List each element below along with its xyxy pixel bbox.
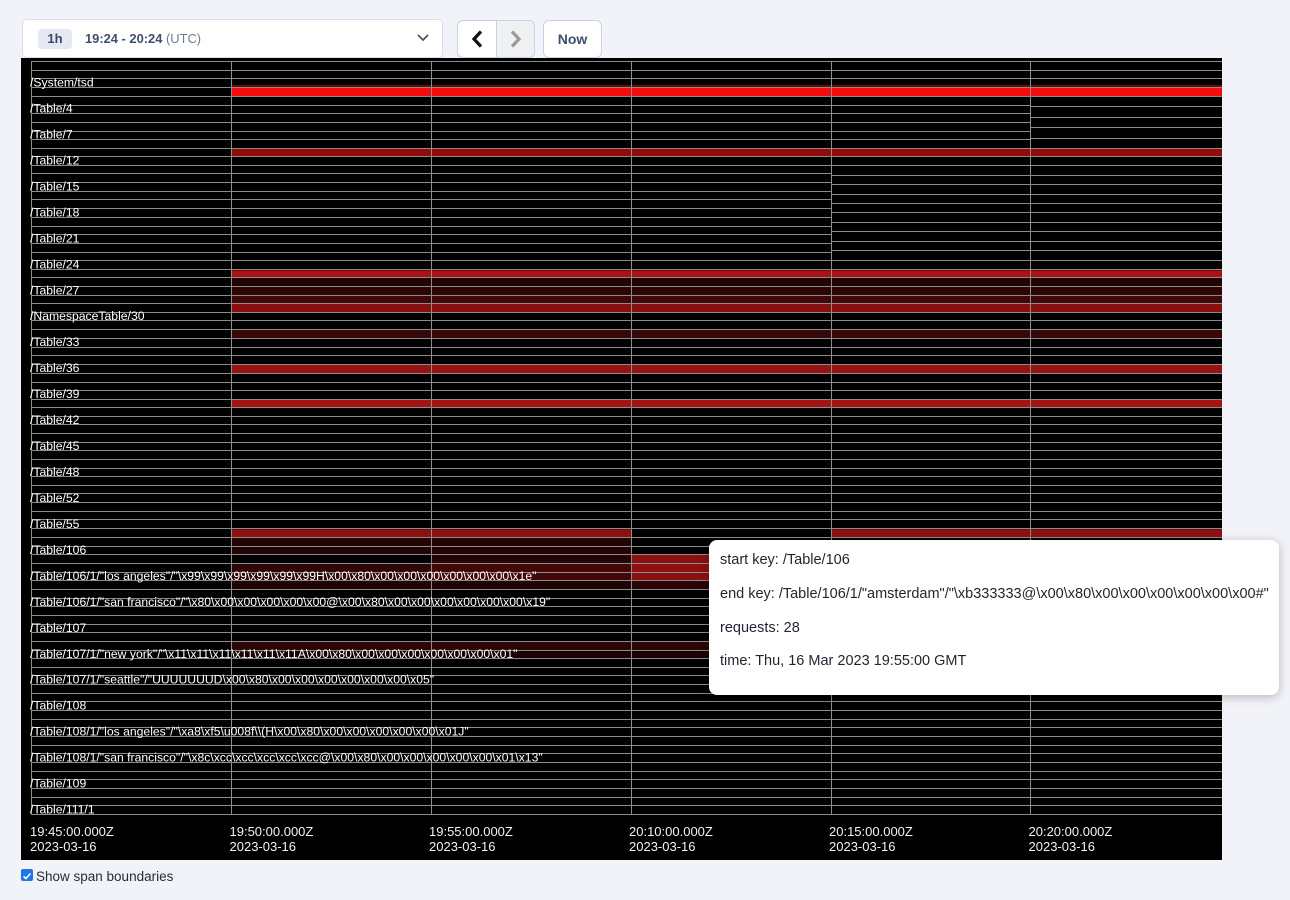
svg-text:/Table/107: /Table/107 xyxy=(30,621,86,635)
svg-text:2023-03-16: 2023-03-16 xyxy=(230,839,297,854)
svg-text:/Table/108/1/"los angeles"/"\x: /Table/108/1/"los angeles"/"\xa8\xf5\u00… xyxy=(30,725,469,739)
svg-text:/Table/107/1/"seattle"/"UUUUUU: /Table/107/1/"seattle"/"UUUUUUUD\x00\x80… xyxy=(30,673,434,687)
svg-text:/Table/21: /Table/21 xyxy=(30,231,80,245)
svg-text:/Table/12: /Table/12 xyxy=(30,153,80,167)
svg-text:/Table/18: /Table/18 xyxy=(30,205,80,219)
svg-text:/Table/4: /Table/4 xyxy=(30,102,73,116)
svg-text:19:55:00.000Z: 19:55:00.000Z xyxy=(429,824,513,839)
svg-text:/Table/111/1: /Table/111/1 xyxy=(30,803,95,817)
svg-text:/Table/48: /Table/48 xyxy=(30,465,80,479)
svg-text:/Table/24: /Table/24 xyxy=(30,257,80,271)
svg-text:20:10:00.000Z: 20:10:00.000Z xyxy=(629,824,713,839)
svg-text:/Table/106/1/"san francisco"/": /Table/106/1/"san francisco"/"\x80\x00\x… xyxy=(30,595,550,609)
svg-text:19:50:00.000Z: 19:50:00.000Z xyxy=(230,824,314,839)
svg-text:20:20:00.000Z: 20:20:00.000Z xyxy=(1029,824,1113,839)
svg-text:19:45:00.000Z: 19:45:00.000Z xyxy=(30,824,114,839)
svg-text:/NamespaceTable/30: /NamespaceTable/30 xyxy=(30,309,145,323)
svg-text:/Table/33: /Table/33 xyxy=(30,335,80,349)
svg-text:20:15:00.000Z: 20:15:00.000Z xyxy=(829,824,913,839)
svg-text:/Table/27: /Table/27 xyxy=(30,283,80,297)
svg-text:/Table/108/1/"san francisco"/": /Table/108/1/"san francisco"/"\x8c\xcc\x… xyxy=(30,751,543,765)
svg-text:/Table/107/1/"new york"/"\x11\: /Table/107/1/"new york"/"\x11\x11\x11\x1… xyxy=(30,647,518,661)
svg-text:/Table/108: /Table/108 xyxy=(30,699,86,713)
svg-text:/Table/106: /Table/106 xyxy=(30,543,86,557)
svg-text:/Table/42: /Table/42 xyxy=(30,413,80,427)
svg-text:/Table/52: /Table/52 xyxy=(30,491,80,505)
svg-text:2023-03-16: 2023-03-16 xyxy=(1029,839,1096,854)
svg-text:/Table/36: /Table/36 xyxy=(30,361,80,375)
svg-text:/Table/55: /Table/55 xyxy=(30,517,80,531)
svg-text:/Table/15: /Table/15 xyxy=(30,179,80,193)
svg-text:/Table/39: /Table/39 xyxy=(30,387,80,401)
svg-text:/Table/109: /Table/109 xyxy=(30,777,86,791)
svg-text:/System/tsd: /System/tsd xyxy=(30,76,94,90)
svg-text:2023-03-16: 2023-03-16 xyxy=(30,839,97,854)
svg-text:/Table/7: /Table/7 xyxy=(30,127,73,141)
svg-text:2023-03-16: 2023-03-16 xyxy=(429,839,496,854)
svg-text:2023-03-16: 2023-03-16 xyxy=(629,839,696,854)
svg-text:2023-03-16: 2023-03-16 xyxy=(829,839,896,854)
svg-text:/Table/106/1/"los angeles"/"\x: /Table/106/1/"los angeles"/"\x99\x99\x99… xyxy=(30,569,536,583)
svg-text:/Table/45: /Table/45 xyxy=(30,439,80,453)
